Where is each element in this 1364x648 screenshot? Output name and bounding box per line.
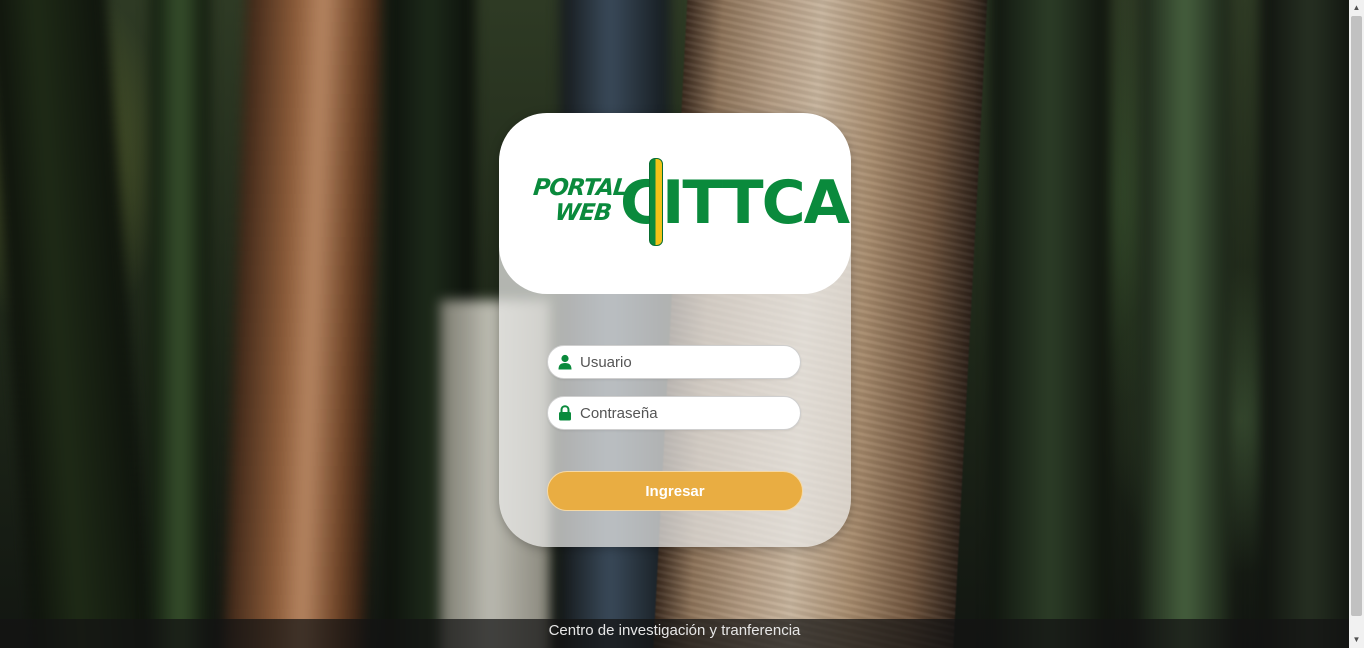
bamboo-stalk bbox=[1140, 0, 1230, 648]
password-field[interactable] bbox=[547, 396, 801, 430]
logo-portal-line1: PORTAL bbox=[532, 175, 629, 201]
bamboo-stalk bbox=[1260, 0, 1360, 648]
password-input[interactable] bbox=[580, 397, 790, 429]
logo-portal-line2: WEB bbox=[553, 200, 613, 226]
username-input[interactable] bbox=[580, 346, 790, 378]
logo-portal-text: PORTAL WEB bbox=[529, 175, 629, 226]
vertical-scrollbar[interactable]: ▲ ▼ bbox=[1349, 0, 1364, 648]
login-card: PORTAL WEB CITTCA Ingresar bbox=[499, 113, 851, 547]
bamboo-stalk bbox=[0, 0, 155, 648]
footer-text: Centro de investigación y tranferencia bbox=[0, 619, 1349, 648]
bamboo-stalk bbox=[222, 0, 388, 648]
logo-panel: PORTAL WEB CITTCA bbox=[499, 113, 851, 294]
bamboo-stalk bbox=[150, 0, 210, 648]
user-icon bbox=[558, 354, 572, 370]
scroll-down-arrow-icon[interactable]: ▼ bbox=[1349, 632, 1364, 648]
scroll-up-arrow-icon[interactable]: ▲ bbox=[1349, 0, 1364, 16]
bamboo-stalk bbox=[990, 0, 1110, 648]
scrollbar-thumb[interactable] bbox=[1351, 16, 1362, 616]
portal-web-logo: PORTAL WEB CITTCA bbox=[529, 156, 850, 251]
bamboo-stick-icon bbox=[649, 158, 663, 246]
lock-icon bbox=[558, 405, 572, 421]
login-button[interactable]: Ingresar bbox=[547, 471, 803, 511]
username-field[interactable] bbox=[547, 345, 801, 379]
